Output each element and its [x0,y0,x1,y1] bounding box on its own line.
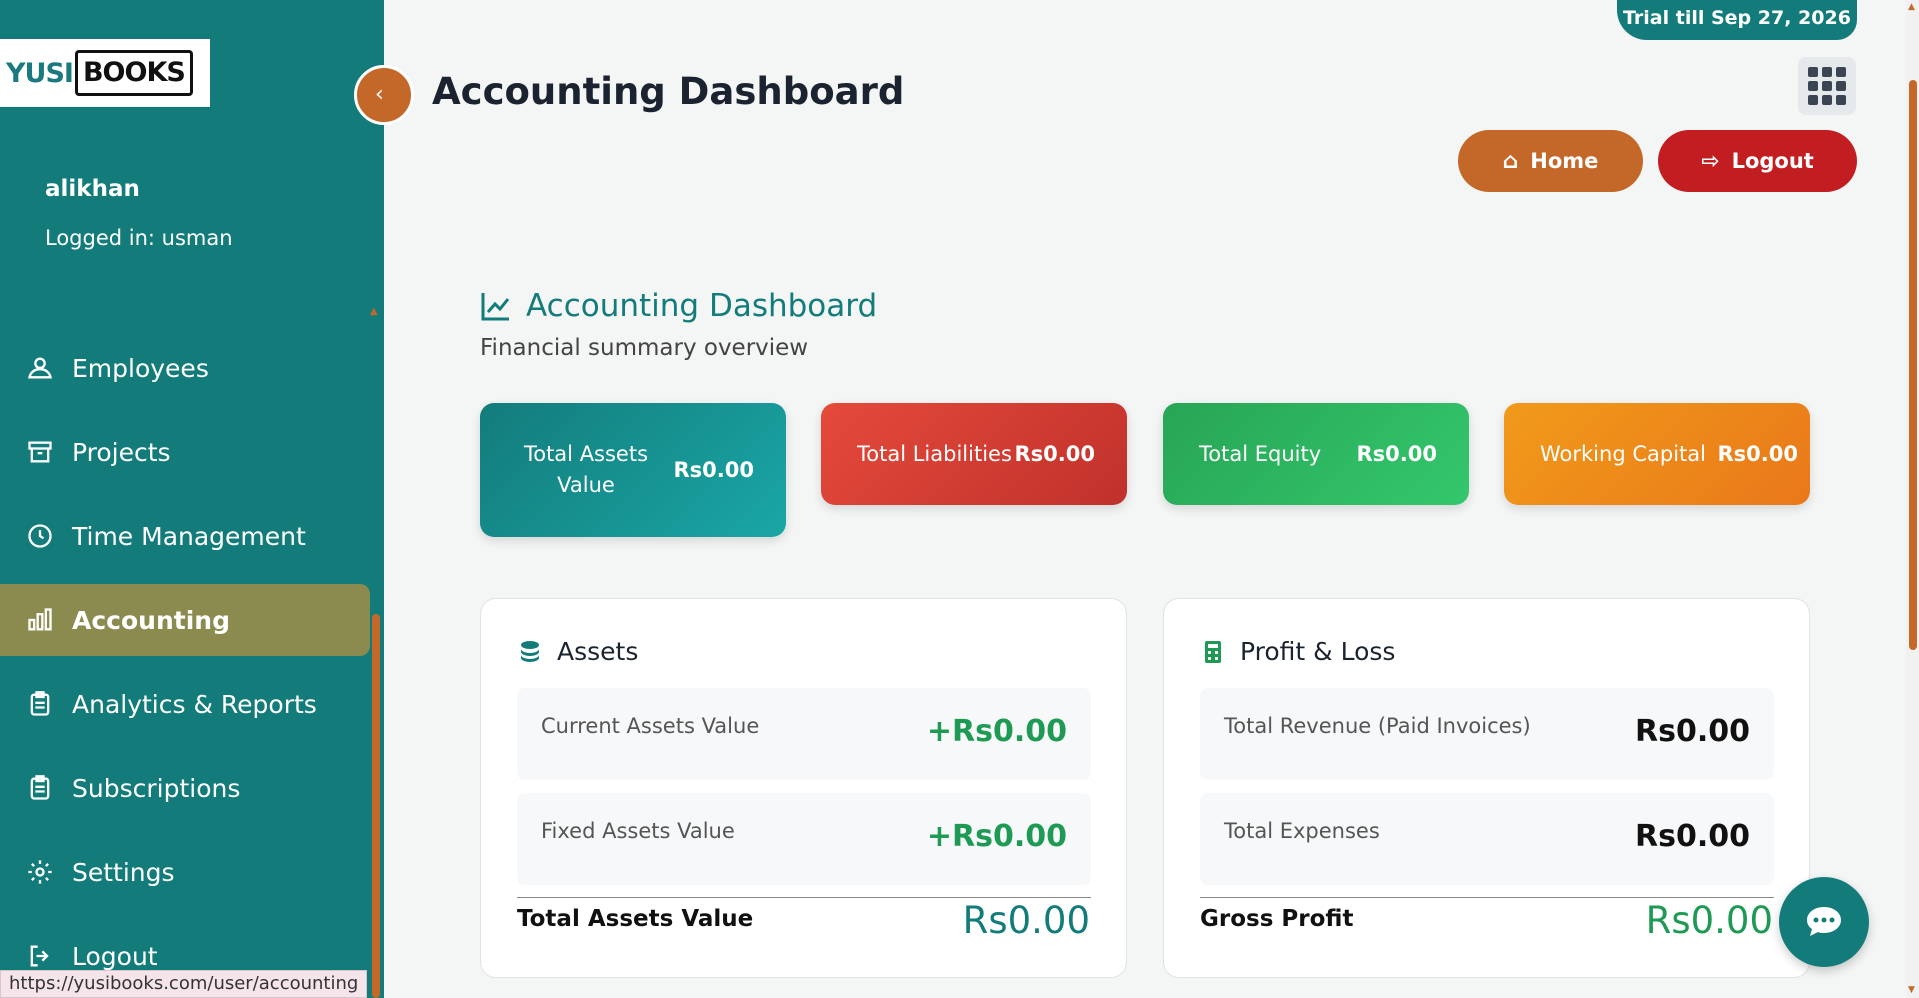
sidebar-item-analytics-reports[interactable]: Analytics & Reports [0,668,370,740]
assets-panel: Assets Current Assets Value +Rs0.00 Fixe… [480,598,1127,978]
stat-label: Working Capital [1540,442,1706,466]
brand-logo-part1: YUSI [6,57,74,89]
sidebar-item-label: Time Management [72,521,306,551]
brand-logo-part2: BOOKS [74,50,193,96]
total-label: Total Assets Value [517,906,754,932]
clipboard-icon [26,774,54,802]
sidebar-nav: Employees Projects Time Management Accou… [0,332,370,998]
list-item: Total Revenue (Paid Invoices) Rs0.00 [1200,688,1774,780]
logout-icon [26,942,54,970]
coins-icon [521,640,539,662]
row-value: +Rs0.00 [926,819,1067,854]
stat-value: Rs0.00 [1356,442,1437,466]
scroll-up-arrow-icon[interactable]: ▲ [370,306,378,317]
row-label: Fixed Assets Value [541,819,735,843]
sidebar-collapse-button[interactable]: ‹ [354,65,414,125]
profit-loss-panel: Profit & Loss Total Revenue (Paid Invoic… [1163,598,1810,978]
row-value: Rs0.00 [1635,819,1750,854]
stat-value: Rs0.00 [1717,442,1798,466]
scroll-down-icon[interactable]: ▼ [1908,985,1915,995]
row-label: Total Revenue (Paid Invoices) [1224,714,1531,738]
list-item: Total Expenses Rs0.00 [1200,793,1774,885]
apps-grid-button[interactable] [1798,57,1856,115]
chat-button[interactable] [1779,877,1869,967]
divider [517,897,1091,898]
row-label: Total Expenses [1224,819,1380,843]
home-button[interactable]: ⌂ Home [1458,130,1643,192]
section-title: Accounting Dashboard [480,288,877,324]
status-bar-url: https://yusibooks.com/user/accounting [0,970,368,998]
page-title: Accounting Dashboard [432,70,905,113]
stat-card-total-liabilities: Total Liabilities Rs0.00 [821,403,1127,505]
section-subtitle: Financial summary overview [480,335,809,361]
sidebar: YUSI BOOKS alikhan Logged in: usman ▲ Em… [0,0,384,998]
logout-icon: ⇨ [1701,148,1720,174]
sidebar-item-label: Accounting [72,605,230,635]
brand-logo[interactable]: YUSI BOOKS [0,39,210,107]
sidebar-item-label: Projects [72,437,171,467]
grid-icon [1808,67,1818,77]
panel-title: Profit & Loss [1200,637,1395,666]
panel-title: Assets [517,637,638,666]
page-scrollbar[interactable]: ▲ ▼ [1906,0,1919,998]
total-value: Rs0.00 [1645,899,1773,942]
row-label: Current Assets Value [541,714,760,738]
clock-icon [26,522,54,550]
list-item: Fixed Assets Value +Rs0.00 [517,793,1091,885]
logged-in-text: Logged in: usman [45,226,233,250]
sidebar-scrollbar[interactable] [372,614,380,998]
chevron-left-icon: ‹ [375,82,384,107]
employees-icon [26,354,54,382]
scrollbar-thumb[interactable] [1909,80,1917,650]
bar-chart-icon [26,606,54,634]
total-label: Gross Profit [1200,906,1354,932]
line-chart-icon [481,293,510,321]
sidebar-item-time-management[interactable]: Time Management [0,500,370,572]
stat-card-total-assets: Total Assets Value Rs0.00 [480,403,786,537]
chat-icon [1807,907,1841,936]
list-item: Current Assets Value +Rs0.00 [517,688,1091,780]
stat-value: Rs0.00 [673,458,754,482]
home-icon: ⌂ [1502,148,1519,174]
logout-button[interactable]: ⇨ Logout [1658,130,1857,192]
stat-label: Total Assets Value [523,442,649,497]
archive-icon [26,438,54,466]
stat-card-working-capital: Working Capital Rs0.00 [1504,403,1810,505]
sidebar-item-label: Settings [72,857,175,887]
total-value: Rs0.00 [962,899,1090,942]
sidebar-item-settings[interactable]: Settings [0,836,370,908]
divider [1200,897,1774,898]
stat-label: Total Liabilities [857,442,1012,466]
trial-badge: Trial till Sep 27, 2026 [1617,0,1857,40]
stat-label: Total Equity [1199,442,1322,466]
gear-icon [26,858,54,886]
sidebar-item-label: Logout [72,941,158,971]
sidebar-item-subscriptions[interactable]: Subscriptions [0,752,370,824]
stat-card-total-equity: Total Equity Rs0.00 [1163,403,1469,505]
sidebar-item-employees[interactable]: Employees [0,332,370,404]
sidebar-item-accounting[interactable]: Accounting [0,584,370,656]
user-name: alikhan [45,176,140,202]
sidebar-item-projects[interactable]: Projects [0,416,370,488]
sidebar-item-label: Analytics & Reports [72,689,317,719]
sidebar-item-label: Employees [72,353,209,383]
calculator-icon [1205,640,1221,663]
row-value: +Rs0.00 [926,714,1067,749]
sidebar-item-label: Subscriptions [72,773,241,803]
row-value: Rs0.00 [1635,714,1750,749]
scroll-up-icon[interactable]: ▲ [1908,2,1915,12]
stat-value: Rs0.00 [1014,442,1095,466]
clipboard-icon [26,690,54,718]
